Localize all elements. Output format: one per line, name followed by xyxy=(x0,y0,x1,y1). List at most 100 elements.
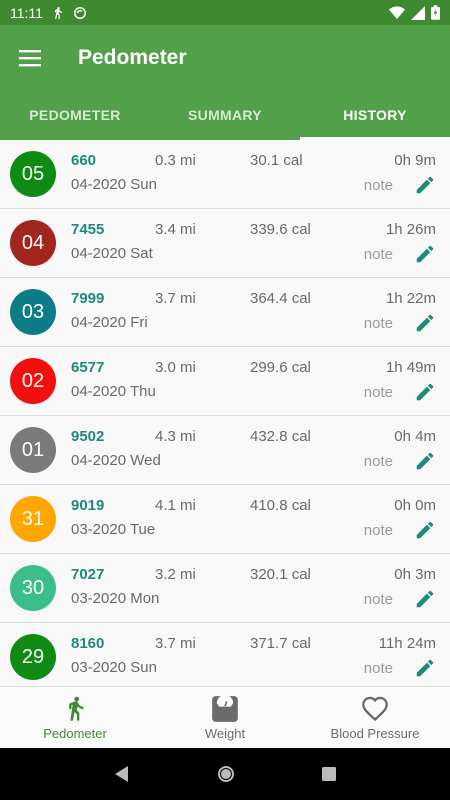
history-row[interactable]: 01 9502 4.3 mi 432.8 cal 0h 4m 04-2020 W… xyxy=(0,416,450,485)
duration-value: 0h 3m xyxy=(394,566,436,583)
history-row[interactable]: 30 7027 3.2 mi 320.1 cal 0h 3m 03-2020 M… xyxy=(0,554,450,623)
edit-pencil-icon[interactable] xyxy=(414,312,436,334)
note-label[interactable]: note xyxy=(364,315,393,332)
calories-value: 320.1 cal xyxy=(250,566,311,583)
note-label[interactable]: note xyxy=(364,660,393,677)
calories-value: 299.6 cal xyxy=(250,359,311,376)
duration-value: 0h 9m xyxy=(394,152,436,169)
calories-value: 364.4 cal xyxy=(250,290,311,307)
signal-icon xyxy=(411,5,425,20)
history-row[interactable]: 03 7999 3.7 mi 364.4 cal 1h 22m 04-2020 … xyxy=(0,278,450,347)
steps-value: 660 xyxy=(71,152,97,169)
calories-value: 432.8 cal xyxy=(250,428,311,445)
walker-icon xyxy=(69,696,84,721)
distance-value: 3.7 mi xyxy=(155,635,196,652)
nav-pedometer[interactable]: Pedometer xyxy=(0,687,150,748)
distance-value: 3.7 mi xyxy=(155,290,196,307)
nav-weight[interactable]: Weight xyxy=(150,687,300,748)
day-badge: 02 xyxy=(10,358,56,404)
date-label: 04-2020 Fri xyxy=(71,314,148,331)
calories-value: 371.7 cal xyxy=(250,635,311,652)
day-badge: 31 xyxy=(10,496,56,542)
date-label: 04-2020 Wed xyxy=(71,452,161,469)
date-label: 04-2020 Sun xyxy=(71,176,157,193)
back-icon[interactable] xyxy=(113,765,131,783)
home-icon[interactable] xyxy=(216,764,236,784)
history-row[interactable]: 02 6577 3.0 mi 299.6 cal 1h 49m 04-2020 … xyxy=(0,347,450,416)
steps-value: 7999 xyxy=(71,290,105,307)
duration-value: 0h 4m xyxy=(394,428,436,445)
note-label[interactable]: note xyxy=(364,246,393,263)
day-badge: 03 xyxy=(10,289,56,335)
steps-value: 9019 xyxy=(71,497,105,514)
day-badge: 01 xyxy=(10,427,56,473)
date-label: 03-2020 Mon xyxy=(71,590,160,607)
date-label: 04-2020 Sat xyxy=(71,245,153,262)
menu-button[interactable] xyxy=(0,25,60,90)
duration-value: 1h 22m xyxy=(385,290,436,307)
recents-icon[interactable] xyxy=(321,766,337,782)
bottom-navigation: Pedometer Weight Blood Pressure xyxy=(0,686,450,748)
sync-notification-icon xyxy=(73,6,86,19)
note-label[interactable]: note xyxy=(364,177,393,194)
history-row[interactable]: 05 660 0.3 mi 30.1 cal 0h 9m 04-2020 Sun… xyxy=(0,140,450,209)
day-badge: 30 xyxy=(10,565,56,611)
day-badge: 29 xyxy=(10,634,56,680)
note-label[interactable]: note xyxy=(364,591,393,608)
status-bar: 11:11 xyxy=(0,0,450,25)
edit-pencil-icon[interactable] xyxy=(414,588,436,610)
wifi-icon xyxy=(389,5,405,19)
edit-pencil-icon[interactable] xyxy=(414,243,436,265)
calories-value: 410.8 cal xyxy=(250,497,311,514)
note-label[interactable]: note xyxy=(364,453,393,470)
heart-icon xyxy=(362,696,388,721)
calories-value: 30.1 cal xyxy=(250,152,303,169)
note-label[interactable]: note xyxy=(364,384,393,401)
steps-value: 8160 xyxy=(71,635,105,652)
steps-value: 6577 xyxy=(71,359,105,376)
status-time: 11:11 xyxy=(10,4,43,21)
history-row[interactable]: 31 9019 4.1 mi 410.8 cal 0h 0m 03-2020 T… xyxy=(0,485,450,554)
steps-value: 7455 xyxy=(71,221,105,238)
history-list[interactable]: 05 660 0.3 mi 30.1 cal 0h 9m 04-2020 Sun… xyxy=(0,140,450,686)
note-label[interactable]: note xyxy=(364,522,393,539)
calories-value: 339.6 cal xyxy=(250,221,311,238)
distance-value: 4.3 mi xyxy=(155,428,196,445)
edit-pencil-icon[interactable] xyxy=(414,450,436,472)
nav-pedometer-label: Pedometer xyxy=(43,725,107,741)
distance-value: 3.4 mi xyxy=(155,221,196,238)
edit-pencil-icon[interactable] xyxy=(414,381,436,403)
date-label: 03-2020 Sun xyxy=(71,659,157,676)
history-row[interactable]: 29 8160 3.7 mi 371.7 cal 11h 24m 03-2020… xyxy=(0,623,450,686)
steps-value: 7027 xyxy=(71,566,105,583)
distance-value: 0.3 mi xyxy=(155,152,196,169)
scale-icon xyxy=(212,694,238,722)
duration-value: 1h 26m xyxy=(385,221,436,238)
history-row[interactable]: 04 7455 3.4 mi 339.6 cal 1h 26m 04-2020 … xyxy=(0,209,450,278)
edit-pencil-icon[interactable] xyxy=(414,657,436,679)
date-label: 04-2020 Thu xyxy=(71,383,156,400)
tab-bar: PEDOMETER SUMMARY HISTORY xyxy=(0,90,450,140)
distance-value: 3.2 mi xyxy=(155,566,196,583)
distance-value: 4.1 mi xyxy=(155,497,196,514)
tab-summary[interactable]: SUMMARY xyxy=(150,90,300,140)
duration-value: 0h 0m xyxy=(394,497,436,514)
nav-blood-pressure[interactable]: Blood Pressure xyxy=(300,687,450,748)
tab-pedometer[interactable]: PEDOMETER xyxy=(0,90,150,140)
date-label: 03-2020 Tue xyxy=(71,521,156,538)
hamburger-menu-icon xyxy=(19,49,41,66)
tab-history[interactable]: HISTORY xyxy=(300,90,450,140)
steps-value: 9502 xyxy=(71,428,105,445)
page-title: Pedometer xyxy=(78,45,187,69)
day-badge: 05 xyxy=(10,151,56,197)
system-nav-bar xyxy=(0,748,450,800)
duration-value: 1h 49m xyxy=(385,359,436,376)
edit-pencil-icon[interactable] xyxy=(414,519,436,541)
walk-notification-icon xyxy=(55,6,63,19)
distance-value: 3.0 mi xyxy=(155,359,196,376)
nav-weight-label: Weight xyxy=(204,725,246,741)
app-bar: Pedometer xyxy=(0,25,450,90)
edit-pencil-icon[interactable] xyxy=(414,174,436,196)
day-badge: 04 xyxy=(10,220,56,266)
nav-blood-pressure-label: Blood Pressure xyxy=(330,725,420,741)
